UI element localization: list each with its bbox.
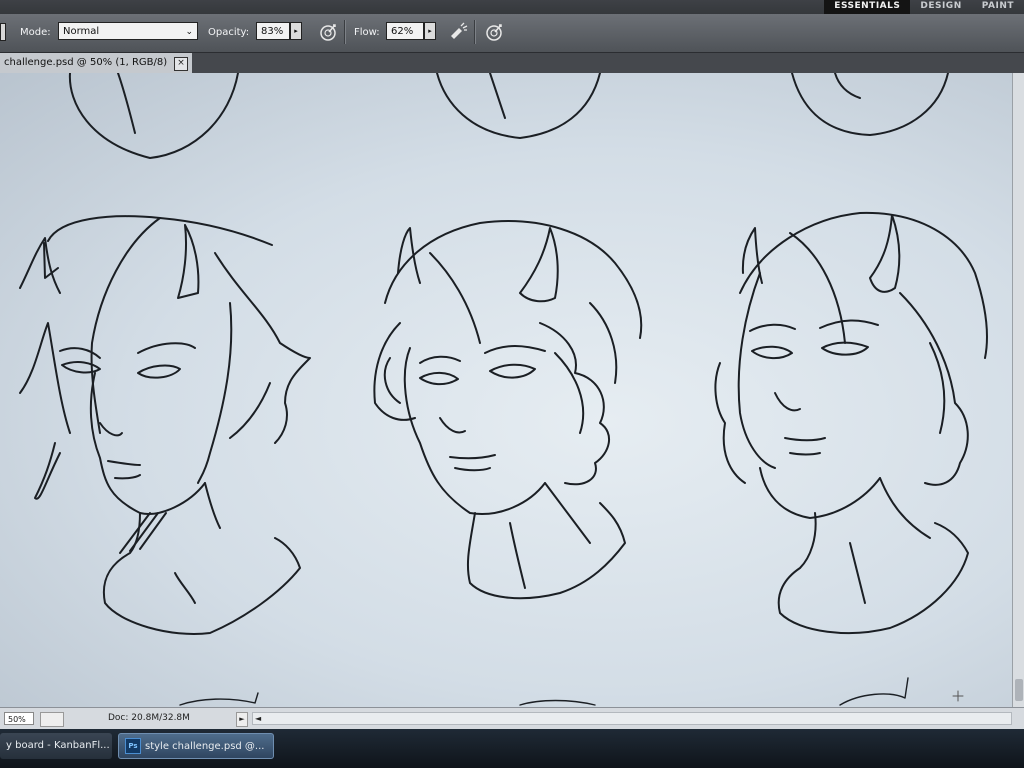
partial-head-top-left <box>68 73 239 159</box>
scrollbar-thumb[interactable] <box>1015 679 1023 701</box>
head-sketch-3 <box>714 211 988 634</box>
partial-head-top-middle <box>436 73 601 139</box>
tablet-pressure-size-icon[interactable] <box>484 22 504 42</box>
opacity-input[interactable]: 83% <box>256 22 290 40</box>
airbrush-icon[interactable] <box>448 22 468 42</box>
tablet-pressure-opacity-icon[interactable] <box>318 22 338 42</box>
mode-select-value: Normal <box>63 26 100 37</box>
tool-preset-picker[interactable] <box>0 23 6 41</box>
document-tab-title: challenge.psd @ 50% (1, RGB/8) <box>4 57 168 68</box>
document-size-info: Doc: 20.8M/32.8M <box>108 713 190 723</box>
taskbar-item-label: style challenge.psd @... <box>145 741 265 752</box>
document-tab-bar: challenge.psd @ 50% (1, RGB/8) × <box>0 53 1024 73</box>
partial-heads-bottom <box>179 677 909 706</box>
document-tab[interactable]: challenge.psd @ 50% (1, RGB/8) × <box>0 53 192 73</box>
toolbar-divider <box>344 20 346 44</box>
partial-head-top-right <box>791 73 949 136</box>
chevron-down-icon: ⌄ <box>185 27 193 37</box>
crosshair-cursor <box>952 690 964 702</box>
flow-label: Flow: <box>354 27 380 38</box>
opacity-slider-button[interactable]: ▸ <box>290 22 302 40</box>
toolbar-divider <box>474 20 476 44</box>
taskbar-item-kanban[interactable]: y board - KanbanFl... <box>0 733 112 759</box>
mode-select[interactable]: Normal ⌄ <box>58 22 198 40</box>
workspace-switcher: ESSENTIALS DESIGN PAINT <box>824 0 1024 14</box>
menu-bar: ESSENTIALS DESIGN PAINT <box>0 0 1024 14</box>
status-menu-arrow[interactable]: ► <box>236 712 248 727</box>
workspace-paint[interactable]: PAINT <box>972 0 1024 14</box>
head-sketch-1 <box>19 215 311 635</box>
zoom-icon[interactable] <box>40 712 64 727</box>
os-taskbar: y board - KanbanFl... Ps style challenge.… <box>0 729 1024 768</box>
head-sketch-2 <box>373 220 643 600</box>
mode-label: Mode: <box>20 27 51 38</box>
options-bar: Mode: Normal ⌄ Opacity: 83% ▸ Flow: 62% … <box>0 14 1024 53</box>
vertical-scrollbar[interactable] <box>1012 73 1024 707</box>
opacity-label: Opacity: <box>208 27 250 38</box>
taskbar-item-label: y board - KanbanFl... <box>6 740 110 751</box>
workspace-essentials[interactable]: ESSENTIALS <box>824 0 911 14</box>
horizontal-scrollbar[interactable]: ◄ <box>252 712 1012 725</box>
taskbar-item-photoshop[interactable]: Ps style challenge.psd @... <box>118 733 274 759</box>
scroll-left-arrow-icon[interactable]: ◄ <box>255 714 261 723</box>
status-bar: 50% Doc: 20.8M/32.8M ► ◄ <box>0 707 1024 730</box>
zoom-level-field[interactable]: 50% <box>4 712 34 725</box>
close-icon[interactable]: × <box>174 57 188 71</box>
flow-slider-button[interactable]: ▸ <box>424 22 436 40</box>
flow-input[interactable]: 62% <box>386 22 424 40</box>
workspace-design[interactable]: DESIGN <box>910 0 971 14</box>
line-art-sketches <box>19 73 988 706</box>
document-canvas[interactable] <box>0 73 1012 707</box>
photoshop-app-icon: Ps <box>125 738 141 754</box>
